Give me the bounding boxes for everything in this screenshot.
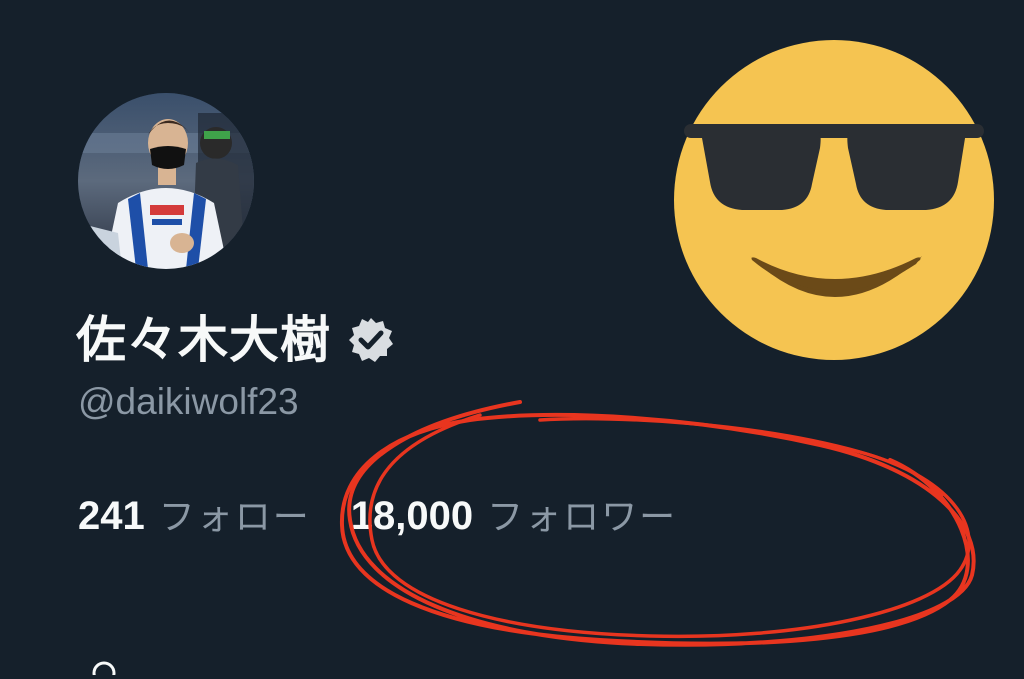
following-label: フォロー (158, 497, 311, 538)
location-icon (92, 660, 116, 679)
verified-badge-icon[interactable] (347, 316, 395, 364)
display-name-row: 佐々木大樹 (76, 300, 395, 380)
following-stat[interactable]: 241 フォロー (78, 496, 311, 536)
followers-label: フォロワー (487, 497, 678, 538)
sunglasses-emoji-icon (674, 40, 994, 360)
profile-handle: @daikiwolf23 (78, 381, 299, 422)
profile-avatar[interactable] (78, 93, 254, 269)
following-count: 241 (78, 494, 145, 538)
followers-stat[interactable]: 18,000 フォロワー (351, 496, 677, 536)
followers-count: 18,000 (350, 494, 474, 538)
profile-stats: 241 フォロー 18,000 フォロワー (78, 496, 677, 536)
display-name: 佐々木大樹 (76, 311, 331, 369)
avatar-photo (78, 93, 254, 269)
